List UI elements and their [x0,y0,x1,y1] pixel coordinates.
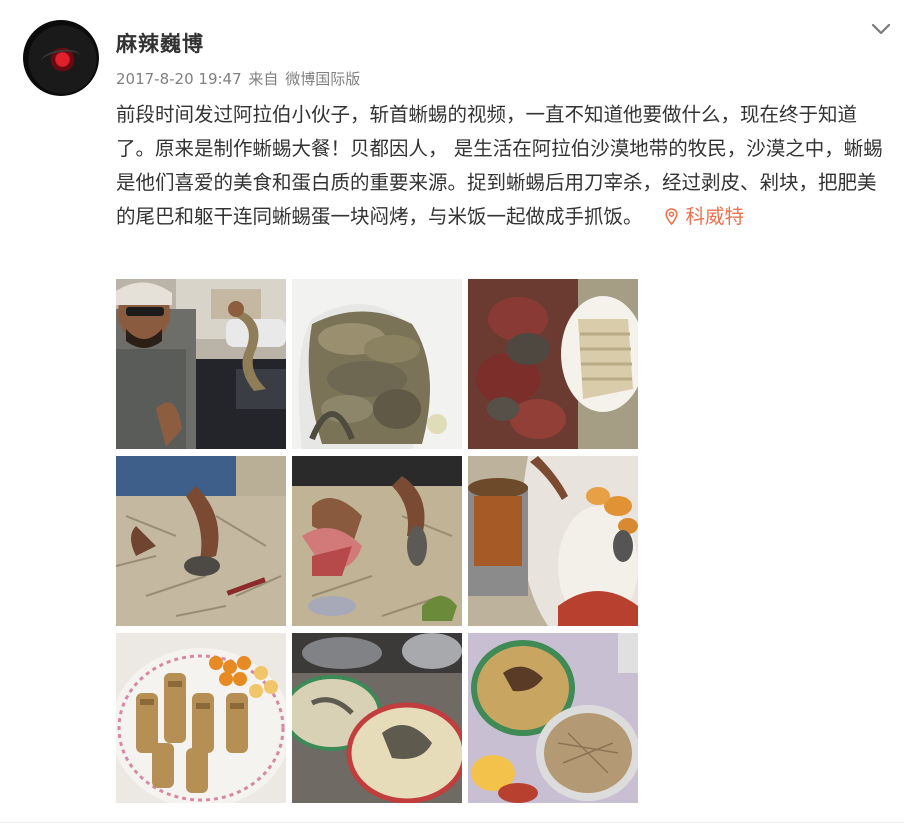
location-label: 科威特 [685,205,745,228]
post-source[interactable]: 微博国际版 [285,70,360,88]
photo-7[interactable] [116,633,286,803]
photo-5[interactable] [292,456,462,626]
photo-9[interactable] [468,633,638,803]
post-meta: 2017-8-20 19:47 来自 微博国际版 [116,68,360,89]
avatar[interactable] [23,20,99,96]
location-link[interactable]: 科威特 [664,205,745,228]
photo-2[interactable] [292,279,462,449]
chevron-down-icon[interactable] [870,20,892,38]
post-timestamp[interactable]: 2017-8-20 19:47 [116,70,242,88]
photo-1[interactable] [116,279,286,449]
photo-4[interactable] [116,456,286,626]
source-prefix: 来自 [248,70,279,88]
photo-6[interactable] [468,456,638,626]
post-text-container: 前段时间发过阿拉伯小伙子，斩首蜥蜴的视频，一直不知道他要做什么，现在终于知道了。… [116,98,886,234]
photo-3[interactable] [468,279,638,449]
location-pin-icon [664,208,678,226]
photo-8[interactable] [292,633,462,803]
username[interactable]: 麻辣巍博 [116,28,204,58]
photo-grid [116,279,638,803]
post-text: 前段时间发过阿拉伯小伙子，斩首蜥蜴的视频，一直不知道他要做什么，现在终于知道了。… [116,103,883,228]
divider [0,822,904,823]
